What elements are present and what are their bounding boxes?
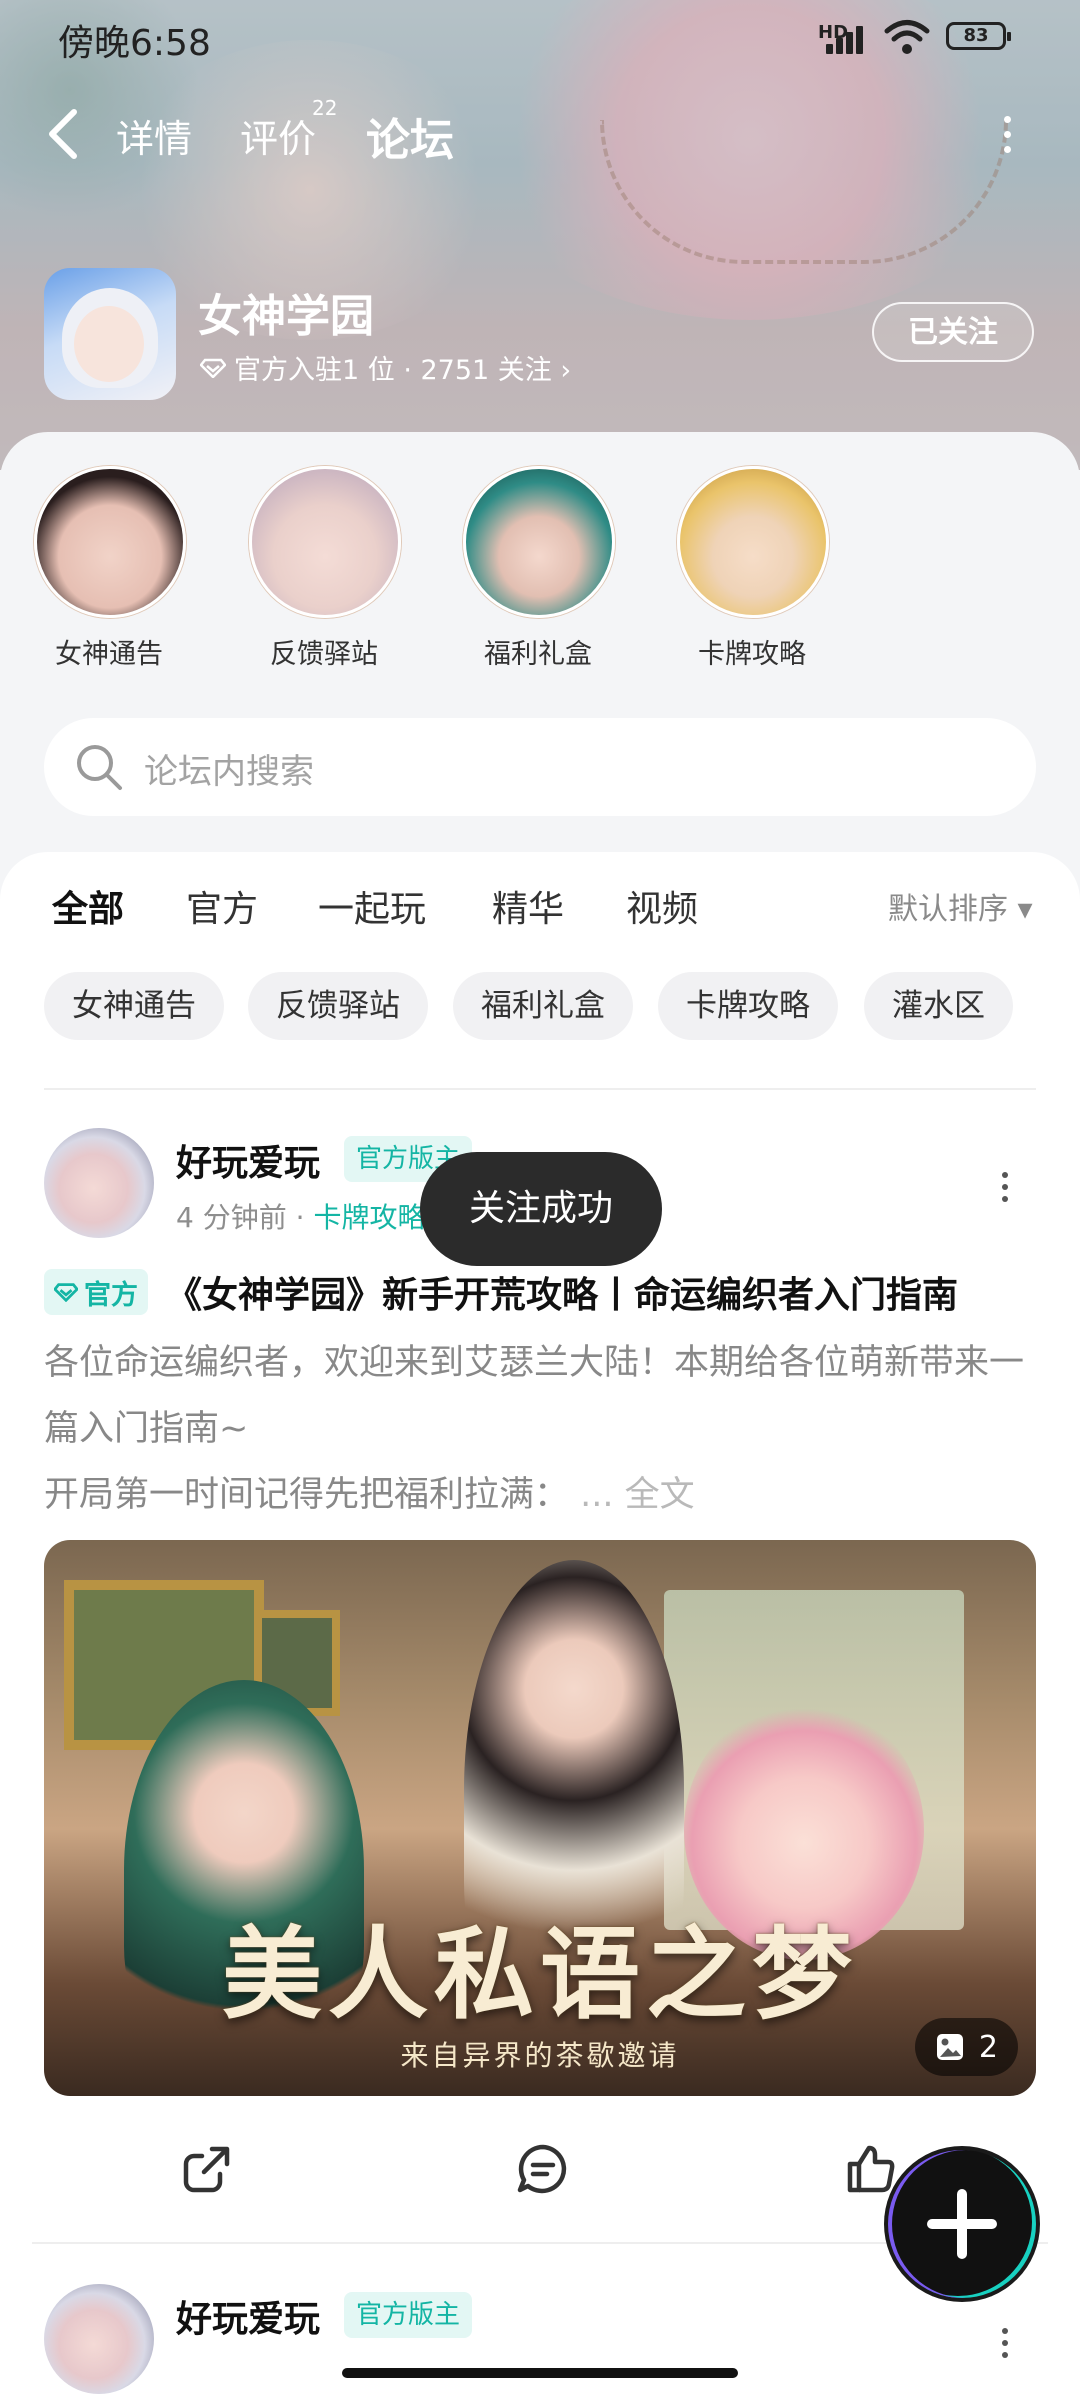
author-avatar[interactable] bbox=[44, 1128, 154, 1238]
filter-tab-featured[interactable]: 精华 bbox=[492, 880, 564, 932]
game-subtitle[interactable]: 官方入驻1 位 · 2751 关注 › bbox=[200, 348, 571, 387]
post-more-icon[interactable] bbox=[1000, 1172, 1010, 1208]
chip-chat[interactable]: 灌水区 bbox=[864, 972, 1013, 1040]
create-post-button[interactable] bbox=[888, 2150, 1036, 2298]
author-name[interactable]: 好玩爱玩 bbox=[176, 2290, 320, 2342]
search-placeholder: 论坛内搜索 bbox=[144, 752, 314, 792]
battery-icon: 83 bbox=[946, 22, 1011, 50]
category-gifts[interactable]: 福利礼盒 bbox=[463, 466, 615, 671]
excerpt-line: 各位命运编织者，欢迎来到艾瑟兰大陆！本期给各位萌新带来一篇入门指南~ bbox=[44, 1343, 1025, 1449]
back-arrow-icon[interactable] bbox=[44, 106, 84, 162]
search-icon bbox=[77, 745, 122, 790]
more-icon[interactable] bbox=[1000, 116, 1014, 156]
category-label: 卡牌攻略 bbox=[698, 639, 806, 670]
post-tag[interactable]: 卡牌攻略 bbox=[313, 1201, 425, 1234]
post-time: 4 分钟前 bbox=[176, 1201, 287, 1234]
status-time: 傍晚6:58 bbox=[58, 23, 211, 64]
comment-icon[interactable] bbox=[516, 2142, 570, 2196]
filter-tab-official[interactable]: 官方 bbox=[186, 880, 258, 932]
home-indicator[interactable] bbox=[342, 2368, 738, 2378]
image-count-badge: 2 bbox=[914, 2018, 1018, 2076]
read-full-link[interactable]: ... 全文 bbox=[580, 1475, 695, 1515]
category-announcements[interactable]: 女神通告 bbox=[34, 466, 186, 671]
author-name[interactable]: 好玩爱玩 bbox=[176, 1134, 320, 1186]
game-subtitle-text: 官方入驻1 位 · 2751 关注 › bbox=[234, 355, 572, 386]
status-bar: 傍晚6:58 HD 83 bbox=[0, 0, 1080, 80]
category-label: 女神通告 bbox=[55, 639, 163, 670]
category-avatar bbox=[677, 466, 829, 618]
tab-forum[interactable]: 论坛 bbox=[366, 104, 454, 168]
official-badge: 官方 bbox=[44, 1269, 148, 1315]
category-avatar bbox=[463, 466, 615, 618]
filter-tab-video[interactable]: 视频 bbox=[626, 880, 698, 932]
image-count: 2 bbox=[978, 2029, 998, 2065]
chip-gifts[interactable]: 福利礼盒 bbox=[453, 972, 633, 1040]
excerpt-line-text: 开局第一时间记得先把福利拉满： bbox=[44, 1475, 570, 1515]
filter-tab-play-together[interactable]: 一起玩 bbox=[318, 880, 426, 932]
search-input[interactable]: 论坛内搜索 bbox=[44, 718, 1036, 816]
chip-feedback[interactable]: 反馈驿站 bbox=[248, 972, 428, 1040]
game-title: 女神学园 bbox=[198, 291, 374, 342]
tab-details[interactable]: 详情 bbox=[116, 108, 192, 163]
category-card-guides[interactable]: 卡牌攻略 bbox=[677, 466, 829, 671]
post-meta: 4 分钟前 · 卡牌攻略 bbox=[176, 1201, 426, 1234]
chip-card-guides[interactable]: 卡牌攻略 bbox=[658, 972, 838, 1040]
divider bbox=[44, 1088, 1036, 1090]
game-icon[interactable] bbox=[44, 268, 176, 400]
category-avatar bbox=[34, 466, 186, 618]
plus-icon-stroke bbox=[957, 2189, 967, 2259]
post-image[interactable]: 美人私语之梦 来自异界的茶歇邀请 2 bbox=[44, 1540, 1036, 2096]
image-icon bbox=[936, 2034, 963, 2060]
wifi-icon bbox=[884, 20, 930, 54]
category-avatar bbox=[249, 466, 401, 618]
share-icon[interactable] bbox=[180, 2142, 234, 2196]
post-title-row[interactable]: 官方 《女神学园》新手开荒攻略丨命运编织者入门指南 bbox=[44, 1266, 1044, 1318]
image-banner: 美人私语之梦 来自异界的茶歇邀请 bbox=[44, 1893, 1036, 2096]
category-feedback[interactable]: 反馈驿站 bbox=[249, 466, 401, 671]
excerpt-line: 开局第一时间记得先把福利拉满： ... 全文 bbox=[44, 1462, 1044, 1528]
post-more-icon[interactable] bbox=[1000, 2328, 1010, 2364]
chip-announcements[interactable]: 女神通告 bbox=[44, 972, 224, 1040]
follow-button[interactable]: 已关注 bbox=[872, 302, 1034, 362]
post-excerpt[interactable]: 各位命运编织者，欢迎来到艾瑟兰大陆！本期给各位萌新带来一篇入门指南~ 开局第一时… bbox=[44, 1330, 1044, 1528]
sort-dropdown[interactable]: 默认排序 ▾ bbox=[888, 884, 1033, 928]
like-icon[interactable] bbox=[844, 2142, 898, 2196]
author-avatar[interactable] bbox=[44, 2284, 154, 2394]
image-subtitle: 来自异界的茶歇邀请 bbox=[400, 2039, 680, 2072]
role-badge: 官方版主 bbox=[344, 2292, 473, 2338]
image-title: 美人私语之梦 bbox=[222, 1915, 858, 2033]
official-badge-label: 官方 bbox=[84, 1279, 138, 1311]
diamond-icon bbox=[200, 358, 226, 378]
tab-reviews[interactable]: 评价 bbox=[240, 108, 316, 163]
signal-icon bbox=[826, 22, 870, 54]
toast-message: 关注成功 bbox=[420, 1152, 662, 1266]
category-label: 反馈驿站 bbox=[270, 639, 378, 670]
filter-tab-all[interactable]: 全部 bbox=[52, 880, 125, 934]
diamond-icon bbox=[54, 1283, 78, 1302]
post-title: 《女神学园》新手开荒攻略丨命运编织者入门指南 bbox=[166, 1275, 959, 1316]
category-label: 福利礼盒 bbox=[484, 639, 592, 670]
reviews-count-badge: 22 bbox=[312, 96, 338, 120]
